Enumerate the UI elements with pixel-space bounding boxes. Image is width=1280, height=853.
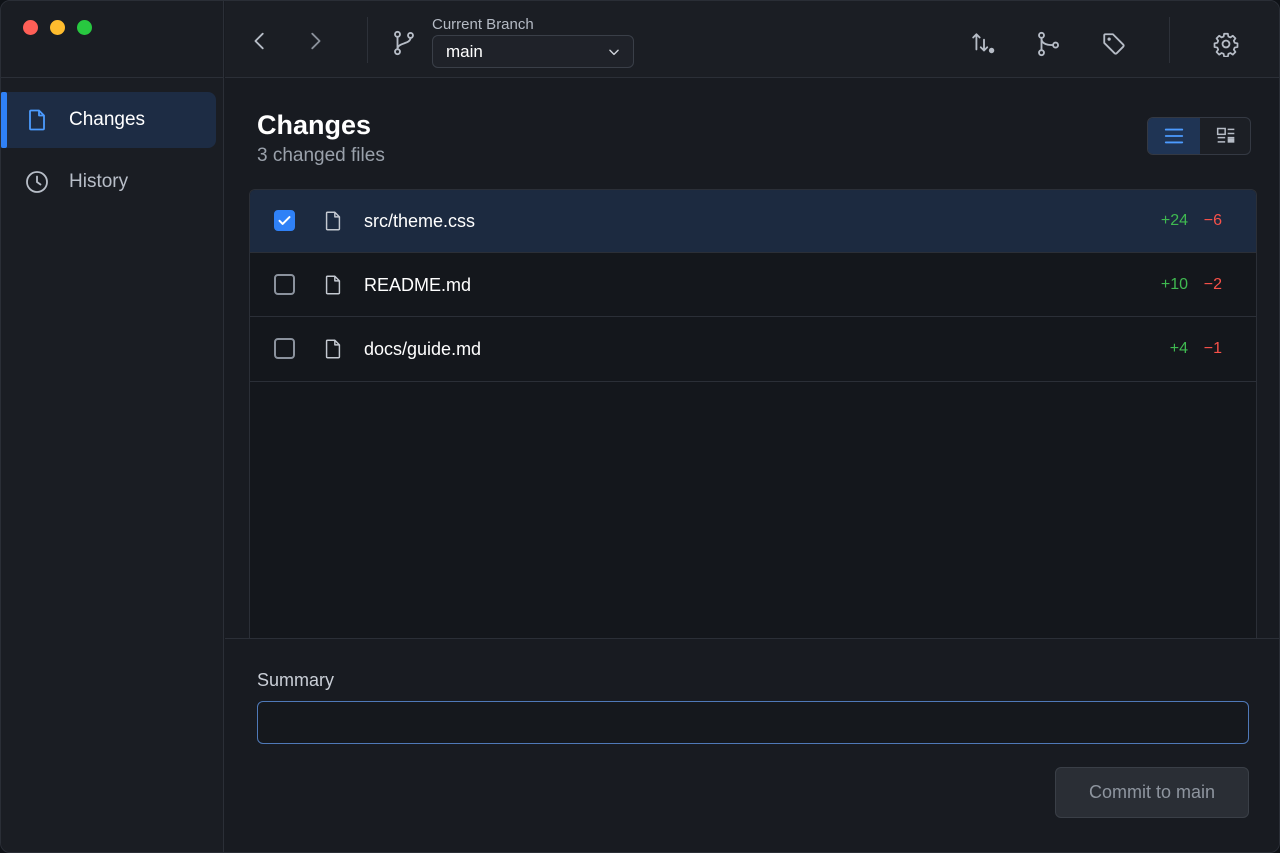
file-icon bbox=[325, 275, 341, 295]
file-checkbox[interactable] bbox=[274, 210, 295, 231]
toolbar-separator bbox=[367, 17, 368, 63]
merge-icon[interactable] bbox=[1035, 31, 1061, 57]
file-icon bbox=[325, 339, 341, 359]
commit-area-divider bbox=[225, 638, 1279, 639]
sidebar-item-label: History bbox=[69, 171, 129, 192]
chevron-right-icon[interactable] bbox=[304, 30, 326, 52]
additions-count: +4 bbox=[1169, 340, 1188, 357]
split-icon bbox=[1216, 127, 1235, 143]
additions-count: +10 bbox=[1160, 276, 1188, 293]
window-controls bbox=[23, 20, 92, 35]
commit-button[interactable]: Commit to main bbox=[1055, 767, 1249, 818]
checkmark-icon bbox=[278, 216, 291, 225]
file-name: docs/guide.md bbox=[364, 339, 482, 359]
deletions-count: −1 bbox=[1203, 340, 1222, 357]
zoom-window-button[interactable] bbox=[77, 20, 92, 35]
sidebar-item-history[interactable]: History bbox=[1, 154, 216, 210]
toolbar-separator bbox=[1169, 17, 1170, 63]
list-view-button[interactable] bbox=[1148, 118, 1200, 154]
tag-icon[interactable] bbox=[1101, 31, 1127, 57]
sidebar-item-label: Changes bbox=[69, 109, 146, 130]
sidebar: Changes History bbox=[1, 1, 224, 852]
pull-request-icon[interactable] bbox=[971, 31, 997, 57]
summary-input[interactable] bbox=[257, 701, 1249, 744]
main-panel: Changes 3 changed files src/theme.css +2… bbox=[225, 79, 1279, 852]
changed-files-list: src/theme.css +24 −6 README.md +10 −2 do… bbox=[249, 189, 1257, 639]
chevron-down-icon bbox=[609, 49, 619, 56]
page-subtitle: 3 changed files bbox=[257, 145, 385, 166]
deletions-count: −2 bbox=[1203, 276, 1222, 293]
file-icon bbox=[29, 109, 45, 131]
sidebar-item-changes[interactable]: Changes bbox=[1, 92, 216, 148]
clock-icon bbox=[26, 171, 48, 193]
file-row[interactable]: src/theme.css +24 −6 bbox=[250, 190, 1256, 253]
sidebar-divider bbox=[1, 77, 224, 78]
additions-count: +24 bbox=[1160, 212, 1188, 229]
file-name: src/theme.css bbox=[364, 211, 476, 231]
gear-icon[interactable] bbox=[1213, 31, 1239, 57]
branch-caption: Current Branch bbox=[432, 16, 534, 33]
close-window-button[interactable] bbox=[23, 20, 38, 35]
summary-label: Summary bbox=[257, 670, 335, 690]
file-checkbox[interactable] bbox=[274, 338, 295, 359]
branch-select[interactable]: main bbox=[432, 35, 634, 68]
split-view-button[interactable] bbox=[1200, 118, 1250, 154]
file-checkbox[interactable] bbox=[274, 274, 295, 295]
git-branch-icon bbox=[394, 30, 414, 56]
app-window: Changes History Current Branch main Chan… bbox=[0, 0, 1280, 853]
list-icon bbox=[1164, 128, 1184, 144]
minimize-window-button[interactable] bbox=[50, 20, 65, 35]
branch-value: main bbox=[446, 41, 483, 61]
file-icon bbox=[325, 211, 341, 231]
toolbar: Current Branch main bbox=[225, 1, 1279, 78]
file-row[interactable]: docs/guide.md +4 −1 bbox=[250, 317, 1256, 382]
view-toggle bbox=[1147, 117, 1251, 155]
file-name: README.md bbox=[364, 275, 472, 295]
file-row[interactable]: README.md +10 −2 bbox=[250, 253, 1256, 317]
deletions-count: −6 bbox=[1203, 212, 1222, 229]
page-title: Changes bbox=[257, 110, 372, 140]
chevron-left-icon[interactable] bbox=[249, 30, 271, 52]
